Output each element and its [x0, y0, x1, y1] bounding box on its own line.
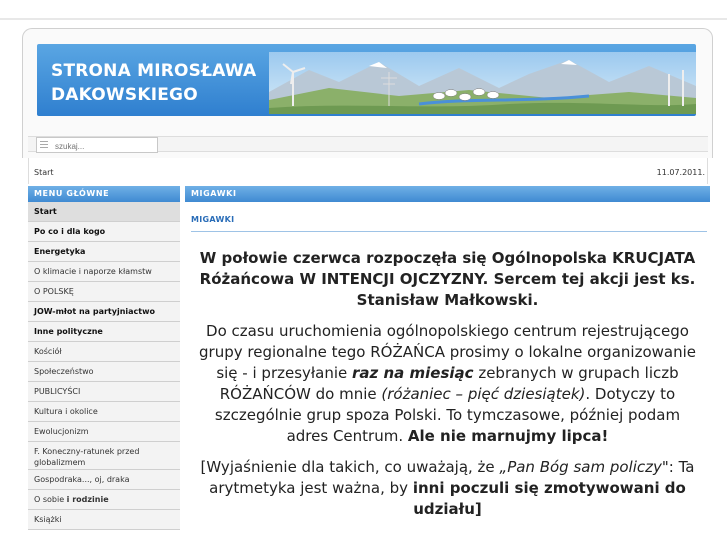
menu-title: MENU GŁÓWNE [28, 186, 180, 202]
menu-item-jow[interactable]: JOW-młot na partyjniactwo [28, 302, 180, 322]
menu-item-inne-polityczne[interactable]: Inne polityczne [28, 322, 180, 342]
search-handle-icon [40, 141, 48, 148]
menu-item-publicysci[interactable]: PUBLICYŚCI [28, 382, 180, 402]
banner-landscape-image [269, 52, 696, 114]
site-title-line2: DAKOWSKIEGO [51, 85, 198, 105]
p2-emph-quote: „Pan Bóg sam policzy [499, 458, 662, 476]
main-content: MIGAWKI MIGAWKI W połowie czerwca rozpoc… [185, 186, 710, 545]
current-date: 11.07.2011. [656, 168, 705, 177]
article-title[interactable]: MIGAWKI [191, 215, 707, 232]
top-rule [0, 18, 727, 20]
menu-item-start[interactable]: Start [28, 202, 180, 222]
site-title[interactable]: STRONA MIROSŁAWA DAKOWSKIEGO [51, 59, 271, 107]
p2-emph-motivation: inni poczuli się zmotywowani do udziału] [412, 479, 686, 518]
menu-item-klimat[interactable]: O klimacie i naporze kłamstw [28, 262, 180, 282]
menu-item-spoleczenstwo[interactable]: Społeczeństwo [28, 362, 180, 382]
p1-emph-monthly: raz na miesiąc [352, 364, 474, 382]
main-menu: MENU GŁÓWNE Start Po co i dla kogo Energ… [28, 186, 180, 545]
menu-item-koneczny[interactable]: F. Koneczny-ratunek przed globalizmem [28, 442, 180, 470]
menu-item-energetyka[interactable]: Energetyka [28, 242, 180, 262]
menu-item-gospodarka[interactable]: Gospodraka..., oj, draka [28, 470, 180, 490]
article-paragraph-2: [Wyjaśnienie dla takich, co uważają, że … [193, 457, 702, 520]
menu-item-o-sobie[interactable]: O sobie i rodzinie [28, 490, 180, 510]
section-title: MIGAWKI [185, 186, 710, 202]
header-banner: STRONA MIROSŁAWA DAKOWSKIEGO [37, 44, 696, 116]
menu-item-kosciol[interactable]: Kościół [28, 342, 180, 362]
menu-item-o-sobie-label: O sobie [34, 495, 67, 504]
article-paragraph-1: Do czasu uruchomienia ogólnopolskiego ce… [193, 321, 702, 447]
menu-item-o-polske[interactable]: O POLSKĘ [28, 282, 180, 302]
article-lead: W połowie czerwca rozpoczęła się Ogólnop… [199, 249, 696, 309]
menu-item-ewolucjonizm[interactable]: Ewolucjonizm [28, 422, 180, 442]
menu-item-po-co[interactable]: Po co i dla kogo [28, 222, 180, 242]
p1-emph-july: Ale nie marnujmy lipca! [407, 427, 609, 445]
p1-emph-rosary: (różaniec – pięć dziesiątek) [381, 385, 586, 403]
menu-item-o-sobie-bold: i rodzinie [66, 495, 109, 504]
site-title-line1: STRONA MIROSŁAWA [51, 61, 257, 81]
p2-text-a: [Wyjaśnienie dla takich, co uważają, że [200, 458, 500, 476]
breadcrumb-bar [28, 158, 708, 184]
menu-item-kultura[interactable]: Kultura i okolice [28, 402, 180, 422]
menu-item-ksiazki[interactable]: Książki [28, 510, 180, 530]
search-input[interactable] [36, 137, 158, 153]
breadcrumb[interactable]: Start [34, 168, 54, 177]
